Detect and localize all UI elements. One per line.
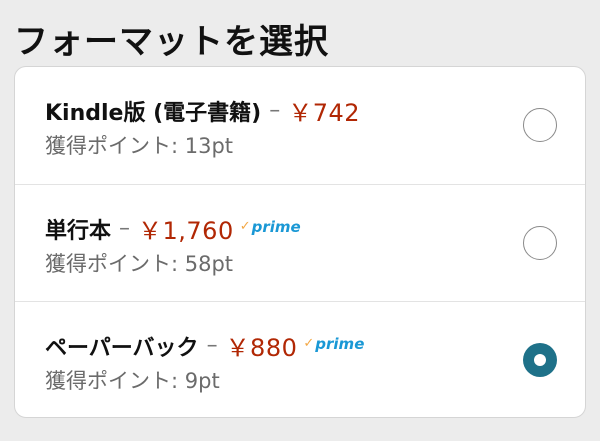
radio-button-kindle[interactable]: [523, 108, 557, 142]
format-price: ￥742: [288, 99, 361, 127]
points-text: 獲得ポイント: 9pt: [45, 369, 220, 393]
price-separator: –: [206, 333, 218, 358]
format-option-title-row: ペーパーバック – ￥880 ✓ prime: [45, 328, 364, 363]
format-option-tankobon[interactable]: 単行本 – ￥1,760 ✓ prime 獲得ポイント: 58pt: [15, 184, 585, 301]
radio-button-paperback-selected[interactable]: [523, 343, 557, 377]
format-options-card: Kindle版 (電子書籍) – ￥742 獲得ポイント: 13pt 単行本 –…: [14, 66, 586, 418]
points-text: 獲得ポイント: 58pt: [45, 252, 234, 276]
format-name: 単行本: [45, 218, 112, 244]
price-separator: –: [269, 98, 281, 123]
points-text: 獲得ポイント: 13pt: [45, 134, 234, 158]
prime-check-icon: ✓: [239, 219, 251, 234]
prime-badge: ✓ prime: [303, 335, 364, 353]
prime-label: prime: [315, 334, 365, 353]
price-separator: –: [119, 216, 131, 241]
format-option-paperback[interactable]: ペーパーバック – ￥880 ✓ prime 獲得ポイント: 9pt: [15, 301, 585, 417]
format-price: ￥1,760: [138, 217, 234, 245]
format-option-title-row: Kindle版 (電子書籍) – ￥742: [45, 93, 360, 128]
format-option-title-row: 単行本 – ￥1,760 ✓ prime: [45, 211, 301, 246]
prime-check-icon: ✓: [303, 336, 315, 351]
radio-button-tankobon[interactable]: [523, 226, 557, 260]
prime-badge: ✓ prime: [240, 218, 301, 236]
format-name: ペーパーバック: [45, 335, 199, 361]
format-option-kindle[interactable]: Kindle版 (電子書籍) – ￥742 獲得ポイント: 13pt: [15, 67, 585, 184]
format-heading: フォーマットを選択: [14, 22, 329, 62]
prime-label: prime: [251, 217, 301, 236]
format-price: ￥880: [225, 334, 298, 362]
format-name: Kindle版 (電子書籍): [45, 100, 262, 126]
